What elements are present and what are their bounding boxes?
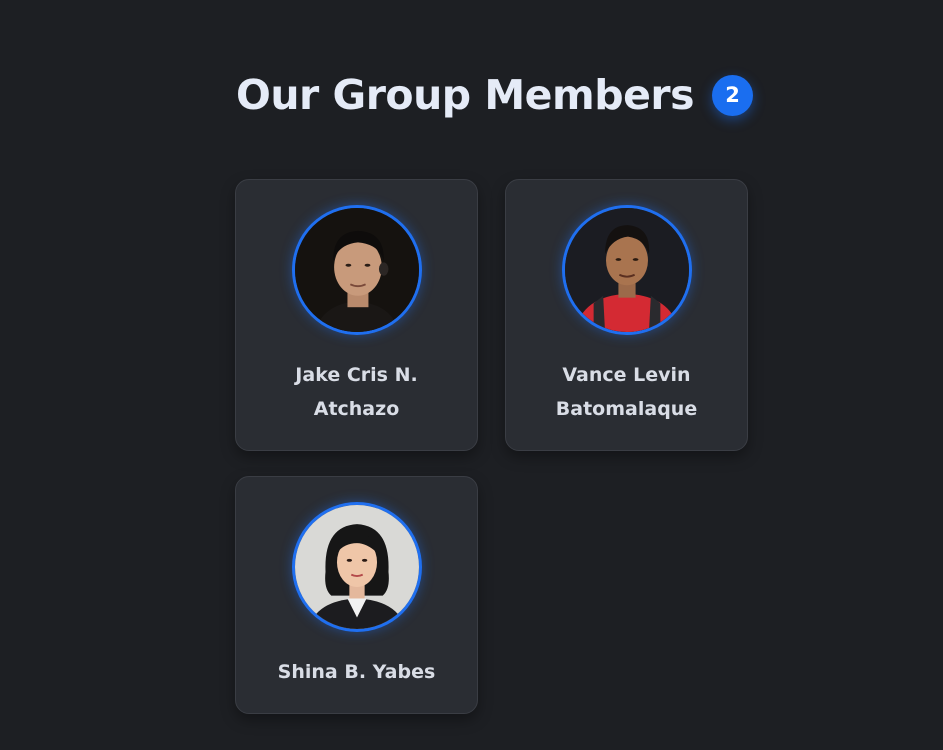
member-name: Jake Cris N. Atchazo xyxy=(295,364,418,420)
page-title: Our Group Members xyxy=(236,71,695,119)
member-photo-icon xyxy=(292,502,422,632)
member-card: Vance Levin Batomalaque xyxy=(505,179,748,451)
count-badge: 2 xyxy=(712,74,753,116)
member-card: Jake Cris N. Atchazo xyxy=(235,179,478,451)
member-name: Shina B. Yabes xyxy=(277,661,436,683)
member-photo-icon xyxy=(562,205,692,335)
heading-row: Our Group Members 2 xyxy=(236,66,753,124)
member-card: Shina B. Yabes xyxy=(235,476,478,714)
member-name: Vance Levin Batomalaque xyxy=(555,364,698,420)
group-members-page: Our Group Members 2 Jake Cris N. Atchazo xyxy=(0,0,943,750)
member-photo-icon xyxy=(292,205,422,335)
